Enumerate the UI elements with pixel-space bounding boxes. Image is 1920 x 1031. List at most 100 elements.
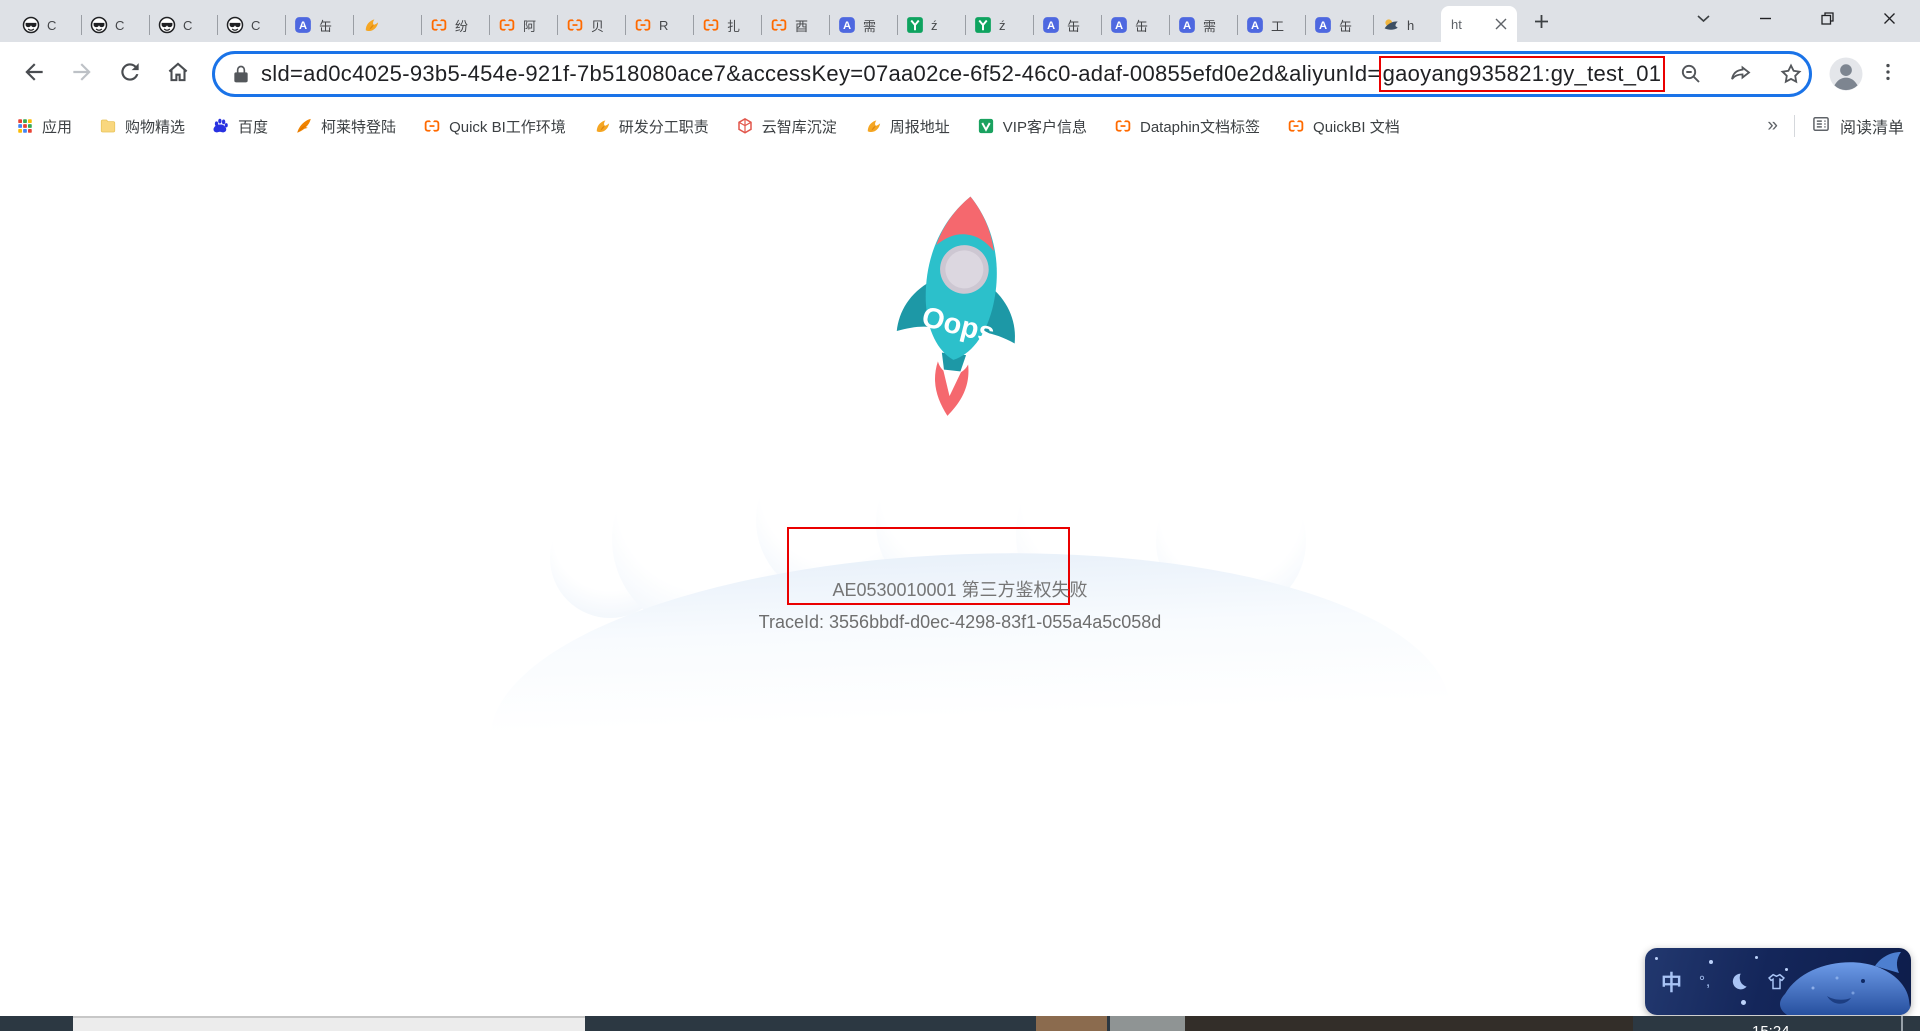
aliyun-brackets-icon [634,16,652,34]
bookmark-item[interactable]: 百度 [212,116,268,137]
bookmark-item[interactable]: 购物精选 [99,116,185,137]
bookmark-label: 云智库沉淀 [761,118,837,136]
bookmark-item[interactable]: 应用 [16,116,72,137]
green-v-icon [977,117,995,135]
tab[interactable]: R [626,8,693,42]
taskbar-segment [1185,1016,1633,1031]
tab[interactable]: A工 [1238,8,1305,42]
close-tab-icon[interactable] [1493,16,1509,32]
bookmark-star-icon[interactable] [1779,62,1803,86]
gold-bird-icon [864,117,882,135]
tab[interactable]: A需 [1170,8,1237,42]
reading-list-label: 阅读清单 [1839,120,1904,137]
smiley-sunglasses-icon [90,16,108,34]
bookmark-label: QuickBI 文档 [1313,118,1400,136]
restore-button[interactable] [1796,0,1858,42]
tab[interactable]: 酉 [762,8,829,42]
bookmark-item[interactable]: Quick BI工作环境 [423,116,566,137]
url-text[interactable]: sld=ad0c4025-93b5-454e-921f-7b518080ace7… [261,56,1666,92]
gold-bird-icon [593,117,611,135]
browser-menu-button[interactable] [1870,56,1906,92]
tab[interactable]: C [150,8,217,42]
url-actions [1665,62,1804,86]
svg-text:A: A [1251,20,1259,32]
tab-active[interactable]: ht [1441,6,1517,42]
tab-title: R [659,17,669,33]
bookmarks-bar: 应用 购物精选 百度 柯莱特登陆 Quick BI工作环境 研发分工职责 云智库沉淀 周报地址… [0,106,1920,146]
bookmark-label: 百度 [238,118,269,136]
url-bar[interactable]: sld=ad0c4025-93b5-454e-921f-7b518080ace7… [212,51,1812,97]
tab[interactable]: C [82,8,149,42]
orange-feather-icon [295,117,313,135]
bookmark-item[interactable]: 柯莱特登陆 [295,116,396,137]
tab[interactable]: 扎 [694,8,761,42]
tab[interactable]: C [14,8,81,42]
aliyun-brackets-icon [1114,117,1132,135]
bookmark-item[interactable]: 研发分工职责 [593,116,709,137]
green-y-icon [906,16,924,34]
tab[interactable]: 贝 [558,8,625,42]
bookmarks-overflow-button[interactable]: » [1767,115,1778,137]
tab[interactable]: C [218,8,285,42]
folder-icon [99,117,117,135]
bookmark-item[interactable]: QuickBI 文档 [1287,116,1400,137]
restore-icon [1820,11,1835,31]
moon-icon[interactable] [1728,971,1749,992]
ime-toolbar[interactable]: 中 °, [1645,948,1911,1015]
taskbar-segment [73,1016,585,1031]
svg-text:A: A [843,20,851,32]
reading-list-button[interactable]: 阅读清单 [1811,114,1904,139]
reload-button[interactable] [110,54,150,94]
bookmarks-right: » 阅读清单 [1767,114,1904,139]
back-button[interactable] [14,54,54,94]
svg-text:A: A [1319,20,1327,32]
reading-list-icon [1811,114,1831,139]
tab[interactable]: 纷 [422,8,489,42]
bookmark-item[interactable]: Dataphin文档标签 [1114,116,1260,137]
ime-punctuation-button[interactable]: °, [1699,973,1711,990]
three-dots-icon [1877,61,1899,88]
tab[interactable]: 阿 [490,8,557,42]
smiley-sunglasses-icon [22,16,40,34]
bookmark-item[interactable]: 云智库沉淀 [736,116,837,137]
share-icon[interactable] [1729,62,1753,86]
aliyun-brackets-icon [770,16,788,34]
bookmark-item[interactable]: VIP客户信息 [977,116,1087,137]
blue-a-icon: A [294,16,312,34]
close-window-button[interactable] [1858,0,1920,42]
tshirt-skin-icon[interactable] [1766,971,1787,992]
tab-title: 需 [863,18,877,34]
taskbar[interactable]: 15:24 [0,1016,1920,1031]
reload-icon [117,59,143,90]
profile-avatar[interactable] [1828,56,1864,92]
tab[interactable]: A缶 [1034,8,1101,42]
new-tab-button[interactable] [1527,10,1555,38]
tab[interactable]: ź [966,8,1033,42]
tab[interactable]: A需 [830,8,897,42]
tab-title: 需 [1203,18,1217,34]
tab[interactable]: A缶 [1102,8,1169,42]
zoom-out-icon[interactable] [1679,62,1703,86]
home-button[interactable] [158,54,198,94]
forward-button[interactable] [62,54,102,94]
tab[interactable]: A缶 [1306,8,1373,42]
tab-search-button[interactable] [1672,0,1734,42]
blue-a-icon: A [1042,16,1060,34]
bookmark-label: 购物精选 [125,118,186,136]
tab-title: 工 [1271,18,1285,34]
trace-id-text: TraceId: 3556bbdf-d0ec-4298-83f1-055a4a5… [758,612,1162,632]
ime-chinese-mode-button[interactable]: 中 [1661,967,1682,997]
lock-icon[interactable] [231,64,251,84]
tab[interactable] [354,8,421,42]
green-y-icon [974,16,992,34]
minimize-button[interactable] [1734,0,1796,42]
aliyun-brackets-icon [430,16,448,34]
tab-title: 缶 [1339,18,1353,34]
bookmark-item[interactable]: 周报地址 [864,116,950,137]
tab[interactable]: h [1374,8,1441,42]
tab-title: 纷 [455,18,469,34]
tab[interactable]: A缶 [286,8,353,42]
aliyun-brackets-icon [702,16,720,34]
tab[interactable]: ź [898,8,965,42]
gold-bird-icon [362,16,380,34]
